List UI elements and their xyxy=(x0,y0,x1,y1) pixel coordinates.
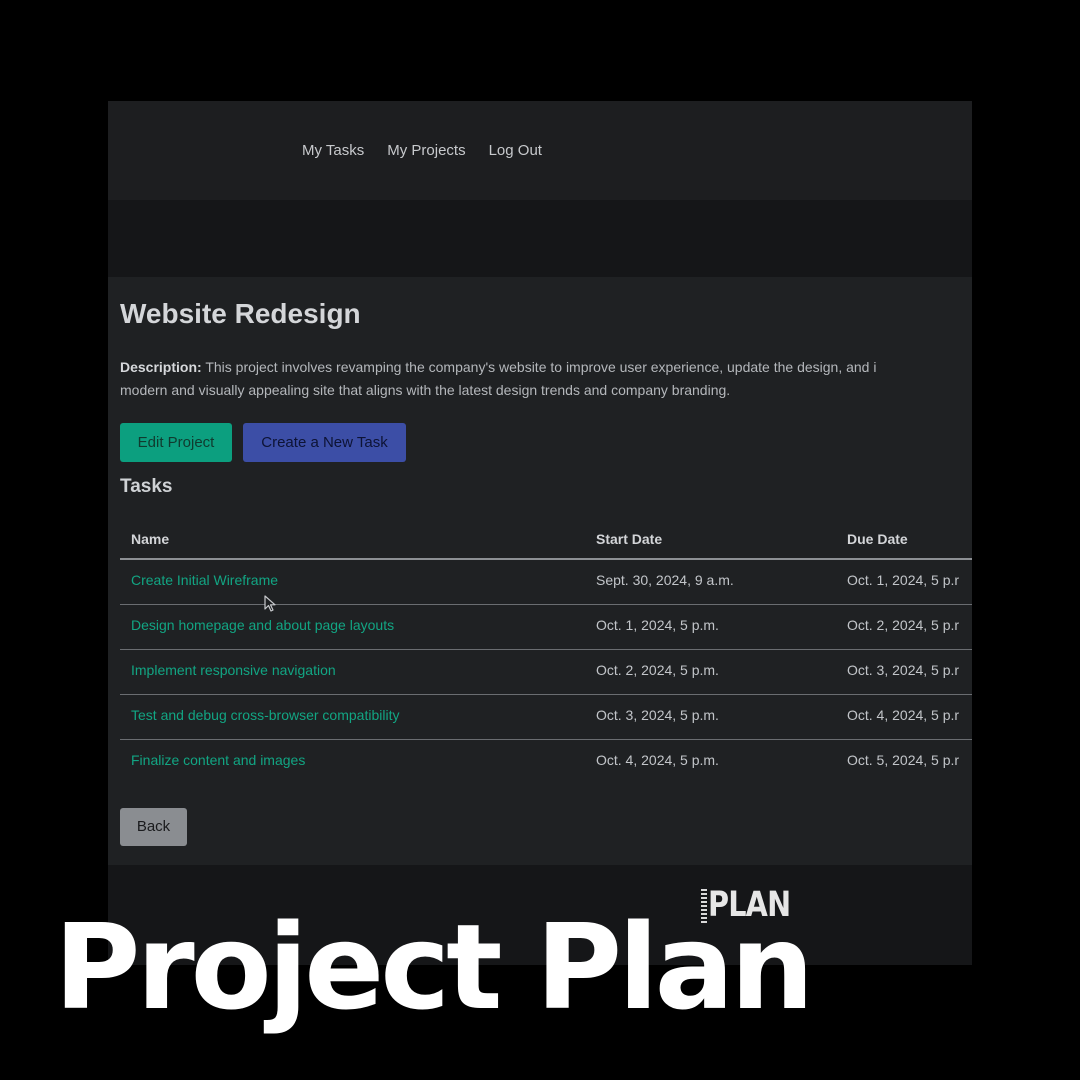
top-navbar: My Tasks My Projects Log Out xyxy=(108,101,972,200)
table-row: Finalize content and images Oct. 4, 2024… xyxy=(120,740,972,784)
project-title: Website Redesign xyxy=(120,298,361,329)
description-text-2: modern and visually appealing site that … xyxy=(120,382,731,398)
task-due-date: Oct. 2, 2024, 5 p.r xyxy=(847,617,960,633)
task-due-date: Oct. 1, 2024, 5 p.r xyxy=(847,572,960,588)
tasks-table: Name Start Date Due Date Create Initial … xyxy=(120,525,972,784)
task-name-link[interactable]: Finalize content and images xyxy=(131,752,305,768)
task-due-date: Oct. 5, 2024, 5 p.r xyxy=(847,752,960,768)
nav-link-log-out[interactable]: Log Out xyxy=(489,142,542,159)
back-button[interactable]: Back xyxy=(120,808,187,846)
tasks-heading: Tasks xyxy=(120,476,173,497)
table-row: Create Initial Wireframe Sept. 30, 2024,… xyxy=(120,560,972,605)
task-due-date: Oct. 4, 2024, 5 p.r xyxy=(847,707,960,723)
nav-link-my-tasks[interactable]: My Tasks xyxy=(302,142,364,159)
header-band xyxy=(108,200,972,277)
column-header-name: Name xyxy=(131,531,170,547)
task-name-link[interactable]: Test and debug cross-browser compatibili… xyxy=(131,707,399,723)
task-name-link[interactable]: Implement responsive navigation xyxy=(131,662,336,678)
task-start-date: Oct. 4, 2024, 5 p.m. xyxy=(596,752,719,768)
column-header-due-date: Due Date xyxy=(847,531,908,547)
table-row: Design homepage and about page layouts O… xyxy=(120,605,972,650)
nav-link-my-projects[interactable]: My Projects xyxy=(387,142,465,159)
table-row: Implement responsive navigation Oct. 2, … xyxy=(120,650,972,695)
edit-project-button[interactable]: Edit Project xyxy=(120,423,232,462)
table-row: Test and debug cross-browser compatibili… xyxy=(120,695,972,740)
app-screen: My Tasks My Projects Log Out Website Red… xyxy=(108,101,972,965)
task-start-date: Sept. 30, 2024, 9 a.m. xyxy=(596,572,734,588)
description-text-1: This project involves revamping the comp… xyxy=(201,359,877,375)
task-start-date: Oct. 1, 2024, 5 p.m. xyxy=(596,617,719,633)
task-start-date: Oct. 2, 2024, 5 p.m. xyxy=(596,662,719,678)
task-name-link[interactable]: Create Initial Wireframe xyxy=(131,572,278,588)
description-line-1: Description: This project involves revam… xyxy=(120,356,972,379)
project-detail-panel: Website Redesign Description: This proje… xyxy=(108,277,972,865)
overlay-title: Project Plan xyxy=(54,898,814,1036)
task-name-link[interactable]: Design homepage and about page layouts xyxy=(131,617,394,633)
project-description: Description: This project involves revam… xyxy=(120,356,972,402)
description-label: Description: xyxy=(120,359,202,375)
task-start-date: Oct. 3, 2024, 5 p.m. xyxy=(596,707,719,723)
column-header-start-date: Start Date xyxy=(596,531,663,547)
mouse-cursor-icon xyxy=(264,595,276,612)
nav-links: My Tasks My Projects Log Out xyxy=(302,142,542,159)
create-new-task-button[interactable]: Create a New Task xyxy=(243,423,406,462)
task-due-date: Oct. 3, 2024, 5 p.r xyxy=(847,662,960,678)
table-header: Name Start Date Due Date xyxy=(120,525,972,560)
